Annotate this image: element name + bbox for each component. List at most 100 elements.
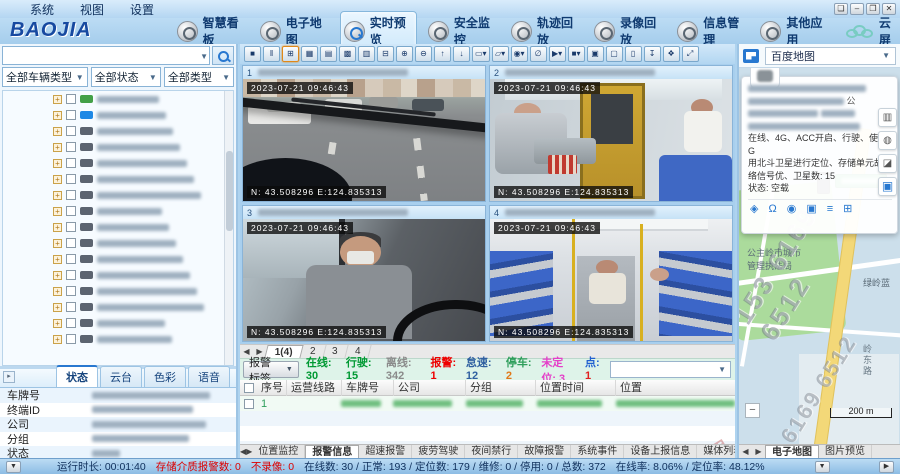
row-checkbox[interactable] xyxy=(244,399,254,409)
tab-ptz[interactable]: 云台 xyxy=(100,366,142,387)
column-header-4[interactable]: 分组 xyxy=(466,380,536,396)
tree-expand-icon[interactable]: + xyxy=(53,335,62,344)
tree-item-checkbox[interactable] xyxy=(66,158,76,168)
statusbar-expand-button[interactable]: ▶ xyxy=(879,461,894,473)
tree-expand-icon[interactable]: + xyxy=(53,255,62,264)
vehicle-tree-item[interactable]: + xyxy=(3,283,233,299)
bottom-tab-8[interactable]: 媒体列表 xyxy=(697,445,735,458)
filter-type[interactable]: 全部类型▼ xyxy=(164,67,234,87)
view-3d-button[interactable]: ◪ xyxy=(878,154,897,173)
map-zoom-out-button[interactable]: − xyxy=(745,403,760,418)
video-pane-3[interactable]: 3 2023-07-21 09:46:43 N: 43.508296 E:124… xyxy=(242,205,486,342)
video-4-cabin-camera[interactable]: 2023-07-21 09:46:43 N: 43.508296 E:124.8… xyxy=(490,219,732,341)
column-header-1[interactable]: 运营线路 xyxy=(287,380,342,396)
snapshot-button[interactable]: ◉▾ xyxy=(511,46,528,62)
tree-item-checkbox[interactable] xyxy=(66,286,76,296)
vehicle-tree-item[interactable]: + xyxy=(3,187,233,203)
bottom-tab-4[interactable]: 夜间禁行 xyxy=(465,445,518,458)
tab-electronic-map[interactable]: 电子地图 xyxy=(765,445,819,458)
vehicle-tree-item[interactable]: + xyxy=(3,91,233,107)
detail-collapse-button[interactable]: ▸ xyxy=(3,371,15,383)
video-pane-1[interactable]: 1 2023-07-21 09: xyxy=(242,65,486,202)
map-tabs-left-arrow[interactable]: ◀ xyxy=(739,447,752,456)
tab-audio[interactable]: 语音 xyxy=(188,366,230,387)
video-3-driver-camera[interactable]: 2023-07-21 09:46:43 N: 43.508296 E:124.8… xyxy=(243,219,485,341)
traffic-button[interactable]: ▥ xyxy=(878,108,897,127)
column-header-0[interactable]: 序号 xyxy=(257,380,287,396)
vehicle-tree-item[interactable]: + xyxy=(3,107,233,123)
video-1-front-camera[interactable]: 2023-07-21 09:46:43 N: 43.508296 E:124.8… xyxy=(243,79,485,201)
tree-item-checkbox[interactable] xyxy=(66,334,76,344)
satellite-button[interactable]: ◍ xyxy=(878,131,897,150)
tree-scrollbar[interactable] xyxy=(224,91,233,365)
apps-icon[interactable]: ⊞ xyxy=(843,203,852,216)
broadcast-icon[interactable]: ◈ xyxy=(750,203,758,216)
tree-item-checkbox[interactable] xyxy=(66,206,76,216)
bottom-tab-6[interactable]: 系统事件 xyxy=(571,445,624,458)
vehicle-tree-item[interactable]: + xyxy=(3,155,233,171)
bottom-tab-7[interactable]: 设备上报信息 xyxy=(624,445,697,458)
file-button[interactable]: ▢ xyxy=(606,46,623,62)
vehicle-tree-item[interactable]: + xyxy=(3,331,233,347)
tab-image-preview[interactable]: 图片预览 xyxy=(819,445,872,458)
tree-item-checkbox[interactable] xyxy=(66,190,76,200)
select-all-checkbox[interactable] xyxy=(244,383,254,393)
color-setting-button[interactable]: ❖ xyxy=(663,46,680,62)
map-provider-select[interactable]: 百度地图▼ xyxy=(765,47,896,65)
tree-expand-icon[interactable]: + xyxy=(53,127,62,136)
tab-color[interactable]: 色彩 xyxy=(144,366,186,387)
stream-sub-button[interactable]: ▱▾ xyxy=(492,46,509,62)
column-header-5[interactable]: 位置时间 xyxy=(536,380,616,396)
tree-item-checkbox[interactable] xyxy=(66,270,76,280)
map-canvas[interactable]: 公主岭市城市管理执法局 绿岭蓝 岭东路 153 6169 6512 153 61… xyxy=(739,68,900,444)
grid-10-button[interactable]: ▥ xyxy=(358,46,375,62)
download-button[interactable]: ↧ xyxy=(644,46,661,62)
snapshot-icon[interactable]: ◉ xyxy=(787,203,797,216)
column-header-2[interactable]: 车牌号 xyxy=(342,380,394,396)
column-header-6[interactable]: 位置 xyxy=(616,380,735,396)
tree-expand-icon[interactable]: + xyxy=(53,95,62,104)
bottom-tab-3[interactable]: 疲劳驾驶 xyxy=(412,445,465,458)
video-icon[interactable]: ▣ xyxy=(806,203,816,216)
grid-4-button[interactable]: ⊞ xyxy=(282,46,299,62)
menu-view[interactable]: 视图 xyxy=(80,1,104,18)
mute-button[interactable]: ∅ xyxy=(530,46,547,62)
map-layers-icon[interactable] xyxy=(743,49,759,63)
tree-item-checkbox[interactable] xyxy=(66,302,76,312)
page-down-button[interactable]: ↓ xyxy=(453,46,470,62)
video-pane-4[interactable]: 4 2023-07-21 09:46:43 N: 43.5082 xyxy=(489,205,733,342)
tree-scrollbar-thumb[interactable] xyxy=(226,151,233,231)
search-button[interactable] xyxy=(212,46,234,65)
bottom-tab-1[interactable]: 报警信息 xyxy=(305,445,359,458)
reset-view-button[interactable]: ▣ xyxy=(878,177,897,196)
grid-9-button[interactable]: ▩ xyxy=(339,46,356,62)
record-save-button[interactable]: ▣ xyxy=(587,46,604,62)
bottom-tab-5[interactable]: 故障报警 xyxy=(518,445,571,458)
tree-expand-icon[interactable]: + xyxy=(53,303,62,312)
video-pane-2[interactable]: 2 2023-07-21 09:46:43 N: 43.5082 xyxy=(489,65,733,202)
delete-button[interactable]: ▯ xyxy=(625,46,642,62)
vehicle-tree-item[interactable]: + xyxy=(3,203,233,219)
tree-expand-icon[interactable]: + xyxy=(53,287,62,296)
bottom-tab-0[interactable]: 位置监控 xyxy=(252,445,305,458)
grid-16-button[interactable]: ⊟ xyxy=(377,46,394,62)
tree-expand-icon[interactable]: + xyxy=(53,159,62,168)
map-tabs-right-arrow[interactable]: ▶ xyxy=(752,447,765,456)
tree-item-checkbox[interactable] xyxy=(66,94,76,104)
vehicle-tree-item[interactable]: + xyxy=(3,219,233,235)
vehicle-tree-item[interactable]: + xyxy=(3,123,233,139)
list-icon[interactable]: ≡ xyxy=(827,203,833,216)
tree-expand-icon[interactable]: + xyxy=(53,191,62,200)
grid-6-button[interactable]: ▦ xyxy=(301,46,318,62)
vehicle-tree-item[interactable]: + xyxy=(3,315,233,331)
video-2-door-camera[interactable]: 2023-07-21 09:46:43 N: 43.508296 E:124.8… xyxy=(490,79,732,201)
play-all-button[interactable]: ▶▾ xyxy=(549,46,566,62)
tree-expand-icon[interactable]: + xyxy=(53,223,62,232)
table-row[interactable]: 1 xyxy=(240,396,735,411)
pause-button[interactable]: ‖ xyxy=(263,46,280,62)
zoom-out-button[interactable]: ⊖ xyxy=(415,46,432,62)
statusbar-menu-button[interactable]: ▼ xyxy=(6,461,21,473)
filter-status[interactable]: 全部状态▼ xyxy=(91,67,161,87)
tree-expand-icon[interactable]: + xyxy=(53,207,62,216)
tree-expand-icon[interactable]: + xyxy=(53,239,62,248)
